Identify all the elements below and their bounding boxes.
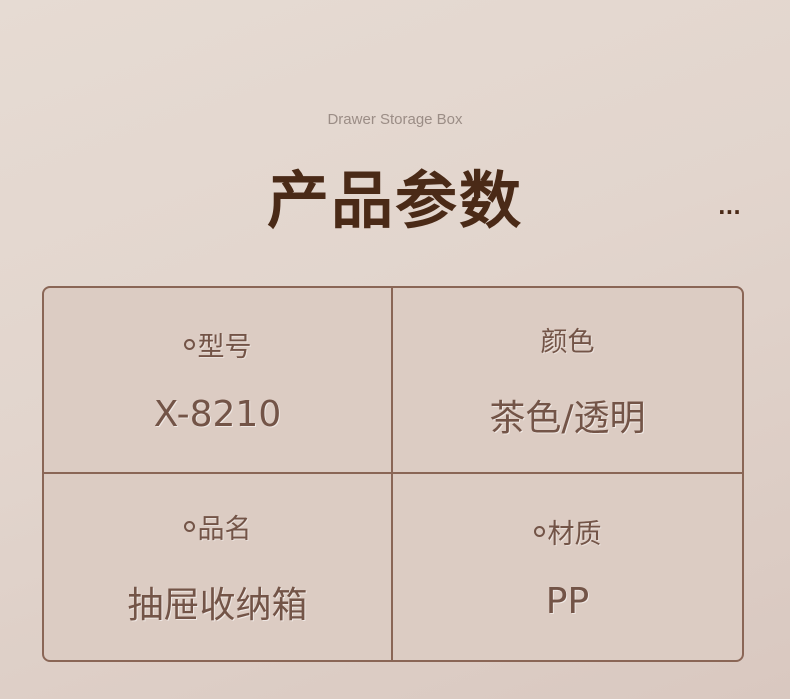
bullet-icon: [183, 520, 195, 532]
param-value: 茶色/透明: [489, 397, 646, 439]
param-label: 颜色: [540, 326, 595, 358]
param-name: 品名抽屉收纳箱: [44, 474, 393, 660]
bullet-icon: [183, 339, 195, 350]
param-label: 材质: [547, 519, 602, 550]
bullet-icon: [533, 526, 545, 537]
param-value: PP: [545, 581, 590, 622]
page-title: 产品参数: [266, 164, 523, 237]
param-model: 型号 X-8210: [44, 288, 393, 474]
param-material: 材质 PP: [393, 474, 742, 660]
param-value: X-8210: [153, 394, 282, 435]
param-label: 品名: [197, 513, 252, 545]
more-icon: ...: [718, 195, 741, 219]
params-table: 型号 X-8210 颜色茶色/透明 品名抽屉收纳箱 材质 PP: [42, 286, 744, 662]
param-label: 型号: [197, 332, 252, 363]
param-value: 抽屉收纳箱: [127, 584, 308, 626]
param-color: 颜色茶色/透明: [393, 288, 742, 474]
subtitle: Drawer Storage Box: [327, 111, 463, 128]
